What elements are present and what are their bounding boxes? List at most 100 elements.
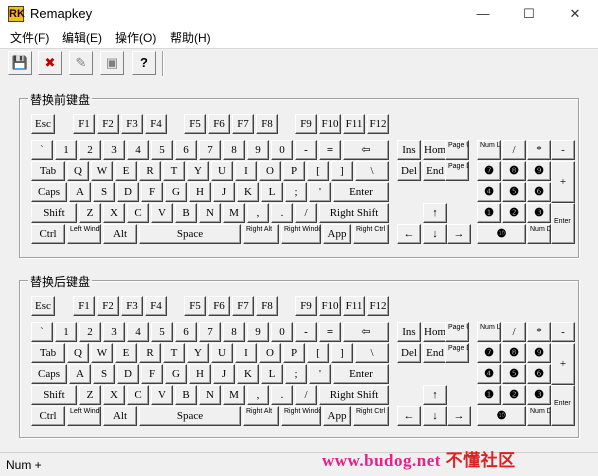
before-key-i[interactable]: I [235,161,257,181]
after-key-sym-52[interactable]: ' [309,364,331,384]
before-key-caps[interactable]: Caps [31,182,67,202]
before-key-tab[interactable]: Tab [31,161,65,181]
after-key-ins[interactable]: Ins [397,322,421,342]
after-key-sym-94[interactable]: ❻ [527,364,551,384]
after-key-s[interactable]: S [93,364,115,384]
before-key-f9[interactable]: F9 [295,114,317,134]
before-key-f1[interactable]: F1 [73,114,95,134]
before-key-sym-90[interactable]: ❾ [527,161,551,181]
before-key-num-del[interactable]: Num Del [527,224,551,244]
before-key-sym-64[interactable]: / [295,203,317,223]
after-key-u[interactable]: U [211,343,233,363]
before-key-v[interactable]: V [151,203,173,223]
after-key-9[interactable]: 9 [247,322,269,342]
before-key-k[interactable]: K [237,182,259,202]
after-key-right-windows[interactable]: Right Windows [281,406,321,426]
after-key-home[interactable]: Home [423,322,447,342]
after-key-end[interactable]: End [423,343,447,363]
before-key-sym-86[interactable]: * [527,140,551,160]
after-key-shift[interactable]: Shift [31,385,77,405]
after-key-v[interactable]: V [151,385,173,405]
menu-edit[interactable]: 编辑(E) [62,28,102,48]
after-key-f1[interactable]: F1 [73,296,95,316]
before-key-f3[interactable]: F3 [121,114,143,134]
after-key-r[interactable]: R [139,343,161,363]
after-key-n[interactable]: N [199,385,221,405]
before-key-r[interactable]: R [139,161,161,181]
after-key-h[interactable]: H [189,364,211,384]
before-key-f[interactable]: F [141,182,163,202]
after-key-sym-64[interactable]: / [295,385,317,405]
before-key-f12[interactable]: F12 [367,114,389,134]
before-key-f11[interactable]: F11 [343,114,365,134]
after-key-right-shift[interactable]: Right Shift [319,385,389,405]
before-key-sym-92[interactable]: ❹ [477,182,501,202]
after-key-app[interactable]: App [323,406,351,426]
before-key-5[interactable]: 5 [151,140,173,160]
before-key-s[interactable]: S [93,182,115,202]
before-key-space[interactable]: Space [139,224,241,244]
before-key-f4[interactable]: F4 [145,114,167,134]
after-key-t[interactable]: T [163,343,185,363]
after-key-f3[interactable]: F3 [121,296,143,316]
before-key-sym-25[interactable]: = [319,140,341,160]
after-key-sym-92[interactable]: ❹ [477,364,501,384]
after-key-sym-83[interactable]: → [447,406,471,426]
before-key-enter[interactable]: Enter [551,203,575,244]
before-key-f8[interactable]: F8 [256,114,278,134]
before-key-t[interactable]: T [163,161,185,181]
before-key-sym-85[interactable]: / [502,140,526,160]
before-key-num-lock[interactable]: Num Lock [477,140,501,160]
after-key-sym-82[interactable]: ↓ [423,406,447,426]
after-key-f6[interactable]: F6 [208,296,230,316]
before-key-sym-26[interactable]: ⇦ [343,140,389,160]
after-key-f5[interactable]: F5 [184,296,206,316]
before-key-x[interactable]: X [103,203,125,223]
before-key-sym-93[interactable]: ❺ [502,182,526,202]
delete-icon[interactable]: ✖ [38,51,62,75]
after-key-alt[interactable]: Alt [103,406,137,426]
before-key-9[interactable]: 9 [247,140,269,160]
after-key-sym-93[interactable]: ❺ [502,364,526,384]
before-key-l[interactable]: L [261,182,283,202]
save-icon[interactable]: 💾 [8,51,32,75]
before-key-sym-40[interactable]: \ [355,161,389,181]
after-key-sym-96[interactable]: ❷ [502,385,526,405]
after-key-sym-38[interactable]: [ [307,343,329,363]
after-key-sym-62[interactable]: , [247,385,269,405]
before-key-f5[interactable]: F5 [184,114,206,134]
after-key-caps[interactable]: Caps [31,364,67,384]
after-key-x[interactable]: X [103,385,125,405]
after-key-z[interactable]: Z [79,385,101,405]
after-key-page-down[interactable]: Page Down [445,343,469,363]
before-key-d[interactable]: D [117,182,139,202]
before-key-w[interactable]: W [91,161,113,181]
after-key-7[interactable]: 7 [199,322,221,342]
after-key-sym-13[interactable]: ` [31,322,53,342]
before-key-enter[interactable]: Enter [333,182,389,202]
before-key-a[interactable]: A [69,182,91,202]
before-key-app[interactable]: App [323,224,351,244]
after-key-4[interactable]: 4 [127,322,149,342]
menu-help[interactable]: 帮助(H) [170,28,211,48]
after-key-d[interactable]: D [117,364,139,384]
before-key-e[interactable]: E [115,161,137,181]
after-key-w[interactable]: W [91,343,113,363]
before-key-sym-91[interactable]: + [551,161,575,203]
before-key-right-alt[interactable]: Right Alt [243,224,279,244]
after-key-f10[interactable]: F10 [319,296,341,316]
after-key-q[interactable]: Q [67,343,89,363]
before-key-ins[interactable]: Ins [397,140,421,160]
after-key-p[interactable]: P [283,343,305,363]
before-key-f6[interactable]: F6 [208,114,230,134]
after-key-num-del[interactable]: Num Del [527,406,551,426]
before-key-c[interactable]: C [127,203,149,223]
after-key-a[interactable]: A [69,364,91,384]
after-key-sym-51[interactable]: ; [285,364,307,384]
after-key-f9[interactable]: F9 [295,296,317,316]
after-key-o[interactable]: O [259,343,281,363]
before-key-page-down[interactable]: Page Down [445,161,469,181]
after-key-enter[interactable]: Enter [333,364,389,384]
after-key-sym-39[interactable]: ] [331,343,353,363]
after-key-sym-90[interactable]: ❾ [527,343,551,363]
